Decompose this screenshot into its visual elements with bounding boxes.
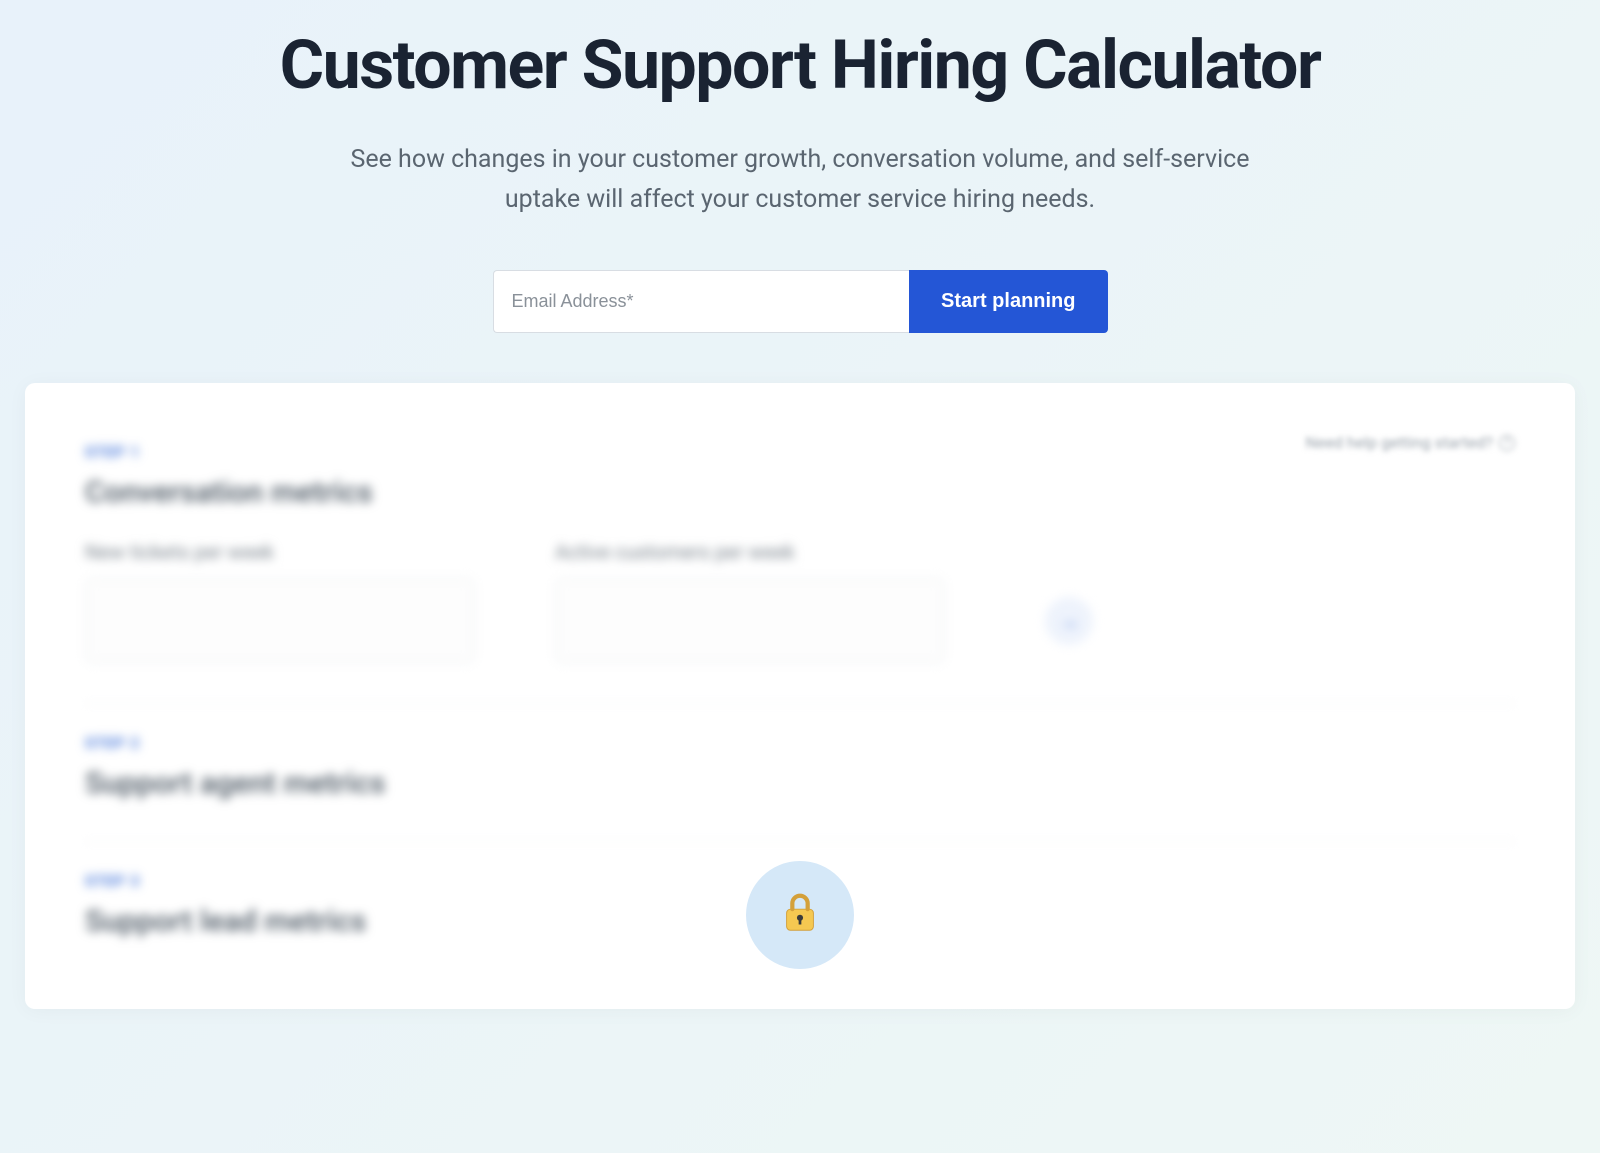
arrow-right-icon: → [1059,609,1079,634]
new-tickets-label: New tickets per week [85,540,475,564]
divider [85,841,1515,842]
new-tickets-field-group: New tickets per week [85,540,475,663]
next-arrow-button[interactable]: → [1045,597,1093,645]
step-2-section: STEP 2 Support agent metrics [85,734,1515,801]
page-title: Customer Support Hiring Calculator [0,25,1600,105]
new-tickets-input[interactable] [85,578,475,663]
email-input[interactable] [493,270,910,333]
calculator-card: Need help getting started? ? STEP 1 Conv… [25,383,1575,1009]
start-planning-button[interactable]: Start planning [909,270,1107,333]
step-1-fields: New tickets per week Active customers pe… [85,540,1515,663]
step-2-title: Support agent metrics [85,766,1515,801]
active-customers-label: Active customers per week [555,540,945,564]
email-form: Start planning [493,270,1108,333]
step-2-label: STEP 2 [85,734,1515,752]
page-subtitle: See how changes in your customer growth,… [350,140,1250,220]
step-1-title: Conversation metrics [85,475,1515,510]
step-1-label: STEP 1 [85,443,1515,461]
active-customers-input[interactable] [555,578,945,663]
step-1-section: STEP 1 Conversation metrics New tickets … [85,443,1515,663]
lock-overlay [746,861,854,969]
divider [85,703,1515,704]
lock-icon [777,890,823,940]
active-customers-field-group: Active customers per week [555,540,945,663]
hero-section: Customer Support Hiring Calculator See h… [0,0,1600,383]
